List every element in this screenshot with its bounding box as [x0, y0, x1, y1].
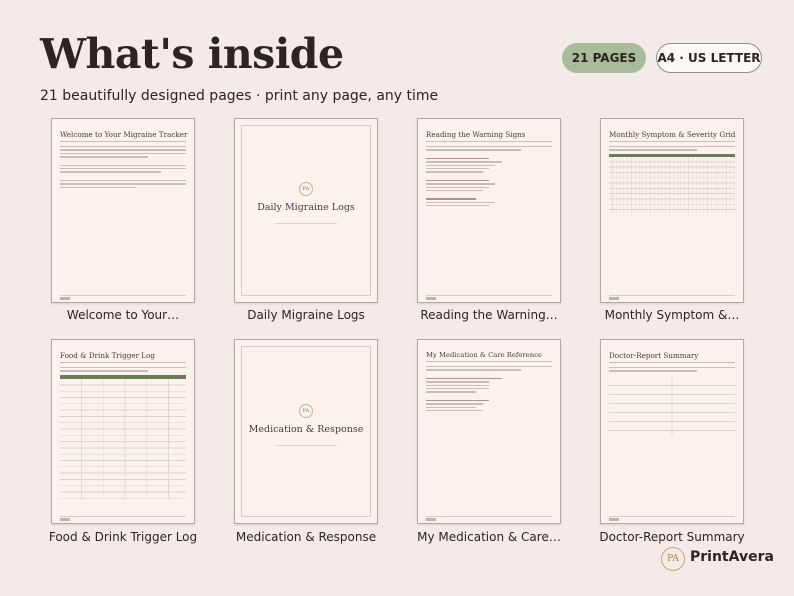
caption-medication-response: Medication & Response	[235, 530, 377, 544]
caption-daily-logs: Daily Migraine Logs	[247, 308, 365, 322]
thumbnail-heading: Reading the Warning Signs	[426, 130, 526, 139]
page-thumbnail-welcome: Welcome to Your Migraine Tracker	[51, 118, 195, 303]
thumbnail-heading: Welcome to Your Migraine Tracker	[60, 130, 188, 139]
page-thumbnail-medication-response: PA Medication & Response	[234, 339, 378, 524]
brand-logo-icon: PA	[661, 547, 685, 571]
page-thumbnail-daily-logs: PA Daily Migraine Logs	[234, 118, 378, 303]
caption-medication-reference: My Medication & Care…	[417, 530, 561, 544]
monogram-icon: PA	[299, 182, 313, 196]
caption-warning-signs: Reading the Warning…	[420, 308, 558, 322]
paper-size-badge: A4 · US LETTER	[656, 43, 762, 73]
page-thumbnail-warning-signs: Reading the Warning Signs	[417, 118, 561, 303]
thumbnail-heading: Food & Drink Trigger Log	[60, 351, 155, 360]
thumbnail-heading: My Medication & Care Reference	[426, 351, 542, 359]
page-thumbnail-monthly-grid: Monthly Symptom & Severity Grid	[600, 118, 744, 303]
page-thumbnail-medication-reference: My Medication & Care Reference	[417, 339, 561, 524]
page-subtitle: 21 beautifully designed pages · print an…	[40, 88, 439, 104]
thumbnail-heading: Medication & Response	[248, 424, 364, 435]
page-thumbnail-food-trigger-log: Food & Drink Trigger Log	[51, 339, 195, 524]
page-thumbnail-doctor-report: Doctor-Report Summary	[600, 339, 744, 524]
caption-welcome: Welcome to Your…	[66, 308, 180, 322]
monogram-icon: PA	[299, 404, 313, 418]
page-title: What's inside	[40, 30, 344, 78]
caption-doctor-report: Doctor-Report Summary	[599, 530, 745, 544]
brand-name: PrintAvera	[690, 549, 774, 565]
thumbnail-heading: Doctor-Report Summary	[609, 351, 699, 360]
caption-monthly-grid: Monthly Symptom &…	[604, 308, 740, 322]
caption-food-trigger-log: Food & Drink Trigger Log	[48, 530, 198, 544]
pages-count-badge: 21 PAGES	[562, 43, 646, 73]
thumbnail-heading: Monthly Symptom & Severity Grid	[609, 130, 736, 139]
thumbnail-heading: Daily Migraine Logs	[257, 202, 355, 213]
